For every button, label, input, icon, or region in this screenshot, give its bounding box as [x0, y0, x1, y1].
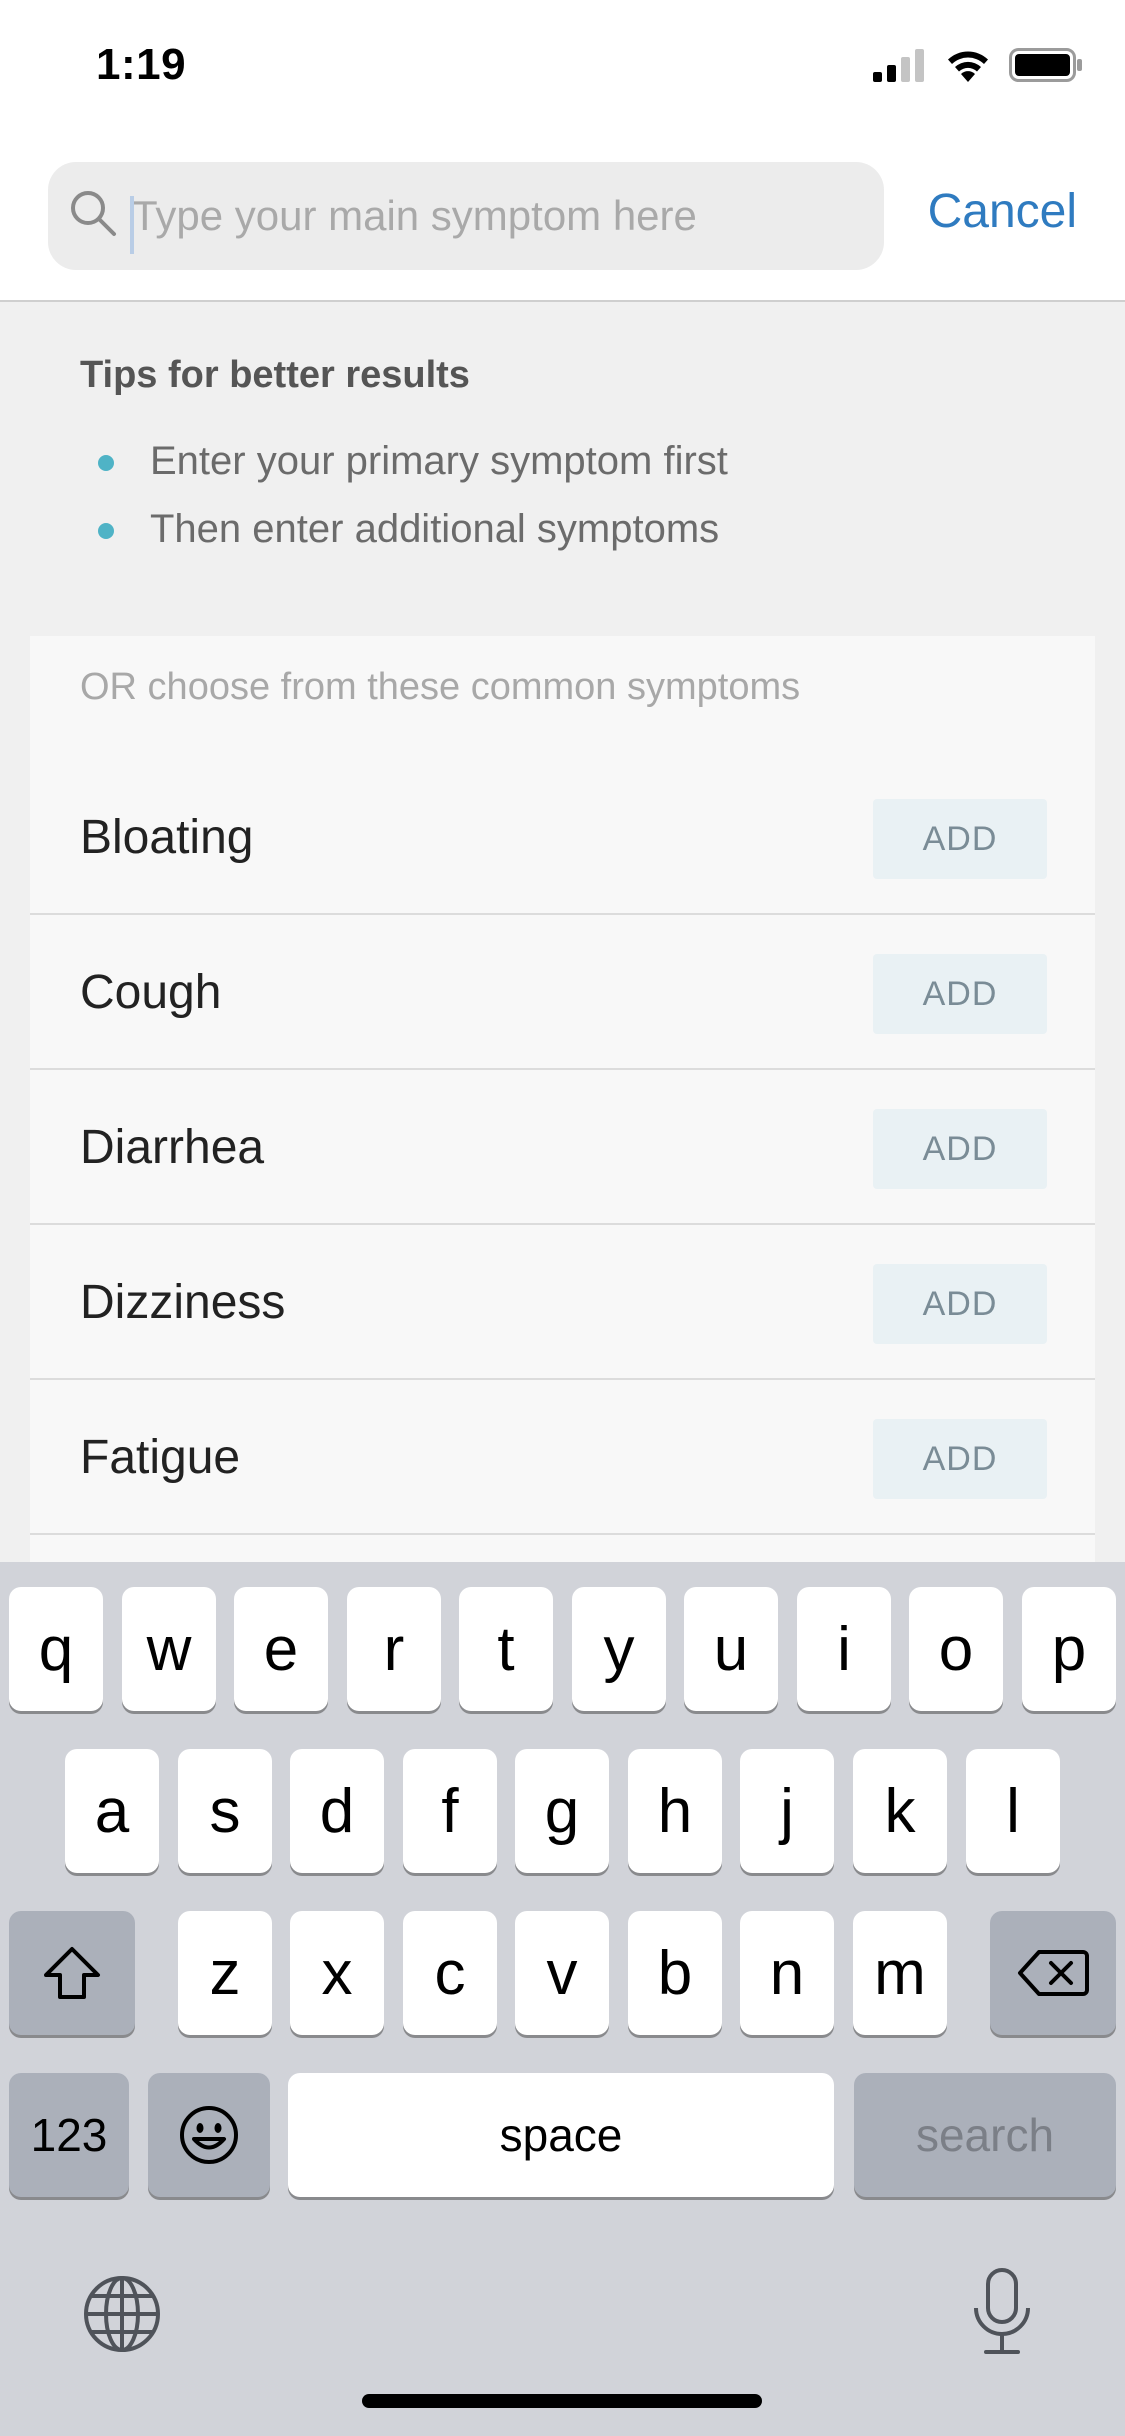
numbers-key[interactable]: 123 — [9, 2073, 129, 2197]
common-symptoms-list: OR choose from these common symptoms Blo… — [30, 636, 1095, 1562]
symptom-row-bloating: Bloating ADD — [30, 760, 1095, 915]
cellular-signal-icon — [873, 49, 924, 82]
key-l[interactable]: l — [966, 1749, 1060, 1873]
symptom-row-cough: Cough ADD — [30, 915, 1095, 1070]
key-t[interactable]: t — [459, 1587, 553, 1711]
tips-section: Tips for better results Enter your prima… — [80, 354, 1060, 563]
symptom-name: Cough — [80, 966, 222, 1019]
add-button[interactable]: ADD — [873, 799, 1047, 879]
key-f[interactable]: f — [403, 1749, 497, 1873]
key-y[interactable]: y — [572, 1587, 666, 1711]
tips-title: Tips for better results — [80, 354, 470, 396]
key-s[interactable]: s — [178, 1749, 272, 1873]
key-h[interactable]: h — [628, 1749, 722, 1873]
key-u[interactable]: u — [684, 1587, 778, 1711]
symptom-name: Diarrhea — [80, 1121, 265, 1174]
add-button[interactable]: ADD — [873, 1419, 1047, 1499]
status-icons — [873, 48, 1083, 82]
tip-item: Then enter additional symptoms — [80, 495, 1060, 563]
key-k[interactable]: k — [853, 1749, 947, 1873]
microphone-icon[interactable] — [970, 2266, 1034, 2358]
key-d[interactable]: d — [290, 1749, 384, 1873]
key-o[interactable]: o — [909, 1587, 1003, 1711]
status-bar: 1:19 — [0, 0, 1125, 140]
add-button[interactable]: ADD — [873, 1264, 1047, 1344]
symptom-name: Bloating — [80, 811, 254, 864]
wifi-icon — [948, 51, 988, 82]
key-x[interactable]: x — [290, 1911, 384, 2035]
status-time: 1:19 — [96, 40, 187, 89]
globe-icon[interactable] — [82, 2274, 162, 2354]
key-p[interactable]: p — [1022, 1587, 1116, 1711]
add-button[interactable]: ADD — [873, 1109, 1047, 1189]
shift-key[interactable] — [9, 1911, 135, 2035]
cancel-button[interactable]: Cancel — [928, 184, 1077, 239]
key-i[interactable]: i — [797, 1587, 891, 1711]
symptom-row-fatigue: Fatigue ADD — [30, 1380, 1095, 1535]
symptom-row-dizziness: Dizziness ADD — [30, 1225, 1095, 1380]
search-header: Cancel — [0, 140, 1125, 302]
bullet-dot — [98, 523, 114, 539]
tip-text: Enter your primary symptom first — [150, 439, 728, 483]
key-q[interactable]: q — [9, 1587, 103, 1711]
tip-item: Enter your primary symptom first — [80, 427, 1060, 495]
space-key[interactable]: space — [288, 2073, 834, 2197]
key-j[interactable]: j — [740, 1749, 834, 1873]
add-button[interactable]: ADD — [873, 954, 1047, 1034]
home-indicator[interactable] — [362, 2394, 762, 2408]
keyboard: q w e r t y u i o p a s d f g h j k l z … — [0, 1562, 1125, 2436]
key-n[interactable]: n — [740, 1911, 834, 2035]
content-area: Tips for better results Enter your prima… — [0, 302, 1125, 1562]
key-r[interactable]: r — [347, 1587, 441, 1711]
emoji-icon — [180, 2106, 238, 2164]
key-w[interactable]: w — [122, 1587, 216, 1711]
emoji-key[interactable] — [148, 2073, 270, 2197]
battery-icon — [1009, 48, 1082, 82]
key-e[interactable]: e — [234, 1587, 328, 1711]
symptom-row-diarrhea: Diarrhea ADD — [30, 1070, 1095, 1225]
symptom-name: Fatigue — [80, 1431, 241, 1484]
key-g[interactable]: g — [515, 1749, 609, 1873]
tips-list: Enter your primary symptom first Then en… — [80, 427, 1060, 563]
key-z[interactable]: z — [178, 1911, 272, 2035]
key-c[interactable]: c — [403, 1911, 497, 2035]
symptom-row-partial: ADD — [30, 1535, 1095, 1562]
key-v[interactable]: v — [515, 1911, 609, 2035]
search-box[interactable] — [48, 162, 884, 270]
key-m[interactable]: m — [853, 1911, 947, 2035]
backspace-key[interactable] — [990, 1911, 1116, 2035]
search-key[interactable]: search — [854, 2073, 1116, 2197]
backspace-icon — [1018, 1950, 1089, 1996]
shift-icon — [44, 1947, 100, 1999]
tip-text: Then enter additional symptoms — [150, 507, 720, 551]
text-caret — [130, 196, 134, 254]
symptom-name: Dizziness — [80, 1276, 286, 1329]
common-symptoms-title: OR choose from these common symptoms — [80, 666, 801, 708]
search-input[interactable] — [132, 184, 852, 248]
key-b[interactable]: b — [628, 1911, 722, 2035]
search-icon — [71, 191, 116, 236]
key-a[interactable]: a — [65, 1749, 159, 1873]
bullet-dot — [98, 455, 114, 471]
